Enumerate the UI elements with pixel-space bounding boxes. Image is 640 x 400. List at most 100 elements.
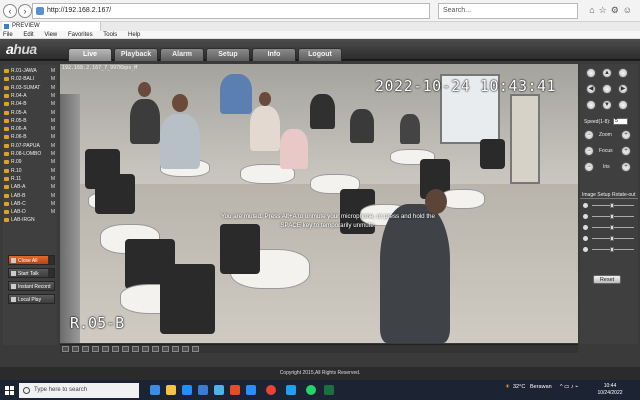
address-bar[interactable]: http://192.168.2.167/ — [32, 3, 430, 19]
zoom-icon[interactable] — [162, 346, 169, 352]
layout-8-icon[interactable] — [82, 346, 89, 352]
channel-mode[interactable]: M — [51, 84, 55, 92]
focus-in-icon[interactable]: + — [621, 146, 631, 156]
channel-mode[interactable]: M — [51, 133, 55, 141]
excel-icon[interactable] — [324, 385, 334, 395]
channel-mode[interactable]: M — [51, 200, 55, 208]
channel-item[interactable]: R.04-A M — [3, 92, 57, 100]
reset-button[interactable]: Reset — [593, 275, 621, 284]
telegram-icon[interactable] — [286, 385, 296, 395]
channel-mode[interactable]: M — [51, 150, 55, 158]
channel-item[interactable]: R.03-SUMAT M — [3, 84, 57, 92]
channel-mode[interactable]: M — [51, 125, 55, 133]
tab-logout[interactable]: Logout — [298, 48, 342, 61]
record-icon[interactable] — [152, 346, 159, 352]
zoom-in-icon[interactable]: + — [621, 130, 631, 140]
channel-item[interactable]: R.05-A M — [3, 109, 57, 117]
local-play-button[interactable]: Local Play — [8, 294, 55, 304]
channel-mode[interactable]: M — [51, 100, 55, 108]
channel-mode[interactable]: M — [51, 167, 55, 175]
chevron-down-icon[interactable] — [48, 256, 54, 264]
menu-favorites[interactable]: Favorites — [68, 32, 93, 38]
fullscreen-icon[interactable] — [132, 346, 139, 352]
zoom-app-icon[interactable] — [246, 385, 256, 395]
ptz-down-icon[interactable]: ▼ — [602, 100, 612, 110]
tab-setup[interactable]: Setup — [206, 48, 250, 61]
tab-alarm[interactable]: Alarm — [160, 48, 204, 61]
menu-view[interactable]: View — [44, 32, 57, 38]
channel-item[interactable]: R.05-B M — [3, 117, 57, 125]
live-video-view[interactable]: 192.168.2.167_7_997Kbps_M 2022-10-24 10:… — [60, 64, 578, 343]
ptz-down-left-icon[interactable] — [586, 100, 596, 110]
saturation-slider[interactable] — [592, 236, 634, 241]
taskbar-search-input[interactable]: Type here to search — [19, 383, 139, 398]
iris-close-icon[interactable]: − — [584, 162, 594, 172]
channel-mode[interactable]: M — [51, 109, 55, 117]
browser-search-input[interactable]: Search... — [438, 3, 578, 19]
channel-item[interactable]: R.08-LOMBO M — [3, 150, 57, 158]
brightness-slider[interactable] — [592, 203, 634, 208]
start-talk-button[interactable]: Start Talk — [8, 268, 55, 278]
store-icon[interactable] — [198, 385, 208, 395]
hue-slider[interactable] — [592, 225, 634, 230]
ptz-center-icon[interactable] — [602, 84, 612, 94]
channel-item[interactable]: R.02-BALI M — [3, 75, 57, 83]
ptz-left-icon[interactable]: ◀ — [586, 84, 596, 94]
channel-item[interactable]: R.06-B M — [3, 133, 57, 141]
contrast-slider[interactable] — [592, 214, 634, 219]
menu-tools[interactable]: Tools — [103, 32, 117, 38]
channel-mode[interactable]: M — [51, 192, 55, 200]
layout-9-icon[interactable] — [92, 346, 99, 352]
ptz-right-icon[interactable]: ▶ — [618, 84, 628, 94]
tray-icons[interactable]: ^ ▭ ♪ ⌁ — [560, 384, 578, 390]
forward-icon[interactable]: › — [18, 4, 32, 18]
channel-mode[interactable]: M — [51, 158, 55, 166]
focus-out-icon[interactable]: − — [584, 146, 594, 156]
channel-item[interactable]: R.04-B M — [3, 100, 57, 108]
channel-mode[interactable]: M — [51, 208, 55, 216]
layout-16-icon[interactable] — [102, 346, 109, 352]
task-view-icon[interactable] — [150, 385, 160, 395]
instant-record-button[interactable]: Instant Record — [8, 281, 55, 291]
back-icon[interactable]: ‹ — [3, 4, 17, 18]
channel-item[interactable]: LAB-IRGN — [3, 216, 57, 224]
close-all-button[interactable]: Close All — [8, 255, 55, 265]
channel-mode[interactable]: M — [51, 142, 55, 150]
channel-item[interactable]: R.09 M — [3, 158, 57, 166]
windows-start-icon[interactable] — [5, 386, 14, 395]
channel-mode[interactable]: M — [51, 175, 55, 183]
layout-4-icon[interactable] — [72, 346, 79, 352]
layout-25-icon[interactable] — [112, 346, 119, 352]
zoom-out-icon[interactable]: − — [584, 130, 594, 140]
channel-mode[interactable]: M — [51, 117, 55, 125]
channel-item[interactable]: R.07-PAPUA M — [3, 142, 57, 150]
layout-36-icon[interactable] — [122, 346, 129, 352]
tab-live[interactable]: Live — [68, 48, 112, 61]
channel-item[interactable]: LAB-B M — [3, 192, 57, 200]
channel-mode[interactable]: M — [51, 67, 55, 75]
tab-info[interactable]: Info — [252, 48, 296, 61]
tab-playback[interactable]: Playback — [114, 48, 158, 61]
gamma-slider[interactable] — [592, 247, 634, 252]
stream-icon[interactable] — [182, 346, 189, 352]
speed-select[interactable]: 5 — [613, 118, 628, 125]
menu-help[interactable]: Help — [128, 32, 140, 38]
channel-mode[interactable]: M — [51, 75, 55, 83]
ptz-down-right-icon[interactable] — [618, 100, 628, 110]
ie-icon[interactable] — [214, 385, 224, 395]
channel-item[interactable]: LAB-C M — [3, 200, 57, 208]
edge-icon[interactable] — [182, 385, 192, 395]
channel-item[interactable]: R.10 M — [3, 167, 57, 175]
channel-mode[interactable]: M — [51, 183, 55, 191]
channel-mode[interactable]: M — [51, 92, 55, 100]
layout-1-icon[interactable] — [62, 346, 69, 352]
menu-edit[interactable]: Edit — [23, 32, 33, 38]
menu-file[interactable]: File — [3, 32, 13, 38]
ptz-up-right-icon[interactable] — [618, 68, 628, 78]
audio-icon[interactable] — [172, 346, 179, 352]
chevron-down-icon[interactable] — [48, 269, 54, 277]
channel-item[interactable]: R.11 M — [3, 175, 57, 183]
snapshot-icon[interactable] — [142, 346, 149, 352]
browser-tools-icons[interactable]: ⌂☆⚙☺ — [589, 5, 636, 16]
taskbar-clock[interactable]: 10:44 10/24/2022 — [594, 383, 626, 397]
